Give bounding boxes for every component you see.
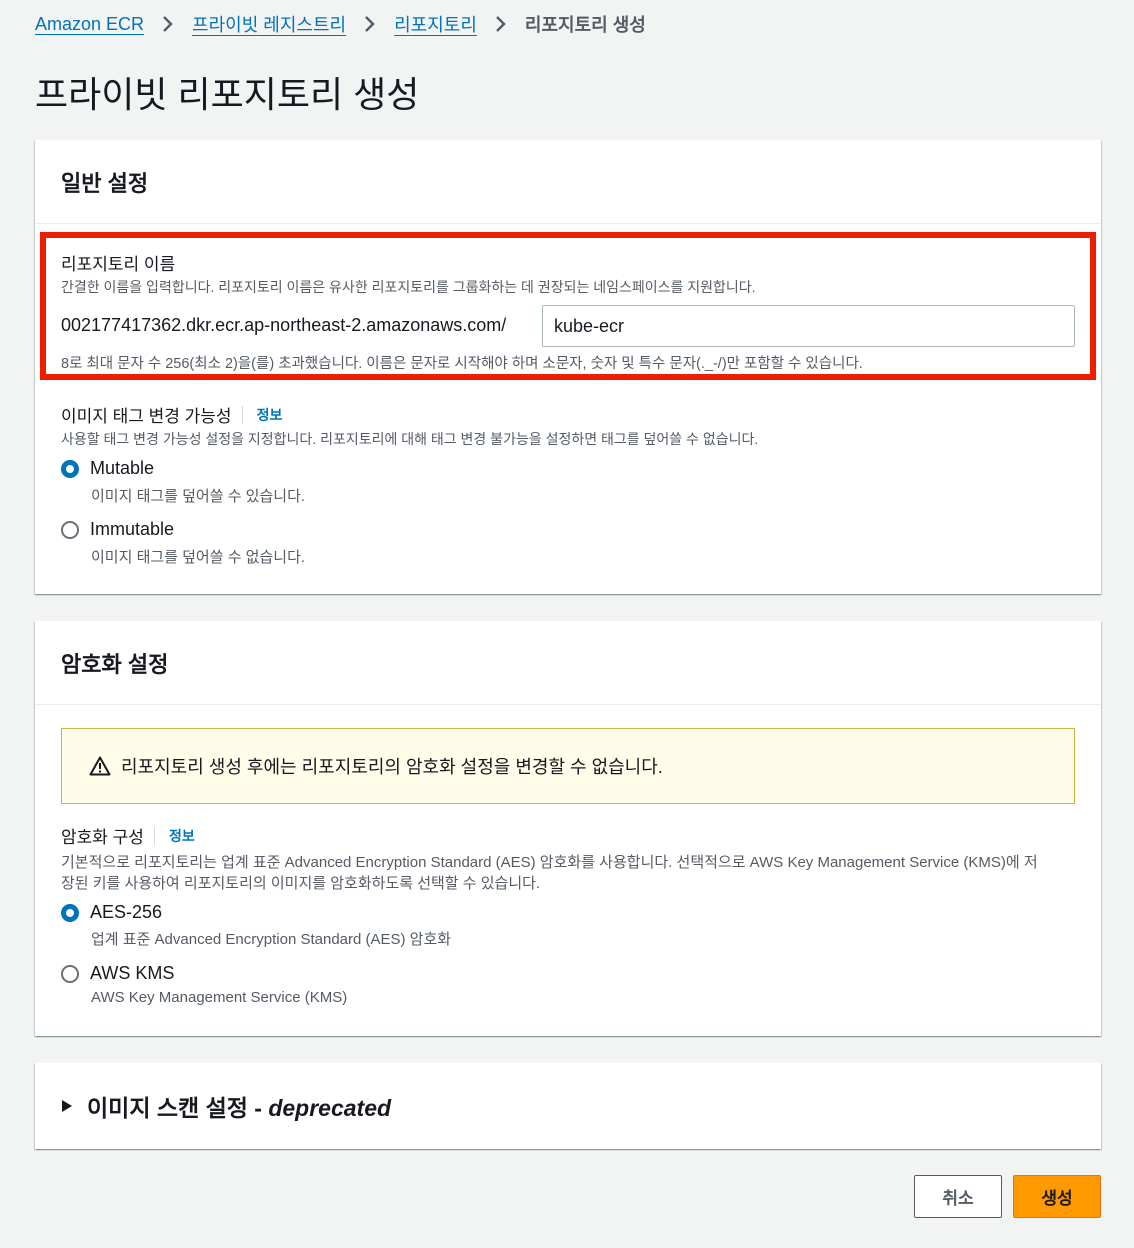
divider <box>153 826 155 845</box>
breadcrumb-private-registry[interactable]: 프라이빗 레지스트리 <box>192 11 346 37</box>
encryption-config-info-link[interactable]: 정보 <box>169 826 195 846</box>
aes256-description: 업계 표준 Advanced Encryption Standard (AES)… <box>91 931 452 948</box>
aes256-label: AES-256 <box>90 902 163 922</box>
repo-name-label: 리포지토리 이름 <box>61 255 176 274</box>
tag-mutability-label-row: 이미지 태그 변경 가능성 정보 <box>61 402 282 427</box>
encryption-warning-alert: 리포지토리 생성 후에는 리포지토리의 암호화 설정을 변경할 수 없습니다. <box>61 728 1075 804</box>
cancel-button[interactable]: 취소 <box>914 1175 1002 1218</box>
breadcrumb: Amazon ECR 프라이빗 레지스트리 리포지토리 리포지토리 생성 <box>35 10 646 38</box>
encryption-settings-panel: 암호화 설정 리포지토리 생성 후에는 리포지토리의 암호화 설정을 변경할 수… <box>35 621 1101 1036</box>
radio-aws-kms[interactable]: AWS KMS <box>61 963 174 984</box>
warning-icon <box>89 756 111 776</box>
create-button[interactable]: 생성 <box>1013 1175 1101 1218</box>
encryption-settings-header: 암호화 설정 <box>35 621 1101 705</box>
radio-unchecked-icon[interactable] <box>61 964 79 983</box>
radio-mutable[interactable]: Mutable <box>61 458 154 479</box>
breadcrumb-amazon-ecr[interactable]: Amazon ECR <box>35 14 144 35</box>
breadcrumb-repositories[interactable]: 리포지토리 <box>394 11 477 37</box>
breadcrumb-current: 리포지토리 생성 <box>524 15 646 35</box>
repo-uri-prefix: 002177417362.dkr.ecr.ap-northeast-2.amaz… <box>61 315 507 335</box>
encryption-config-label-row: 암호화 구성 정보 <box>61 823 195 848</box>
radio-aes256[interactable]: AES-256 <box>61 902 162 923</box>
mutable-description: 이미지 태그를 덮어쓸 수 있습니다. <box>91 488 306 505</box>
chevron-right-icon <box>495 15 507 33</box>
tag-mutability-label: 이미지 태그 변경 가능성 <box>61 407 232 426</box>
repo-name-description: 간결한 이름을 입력합니다. 리포지토리 이름은 유사한 리포지토리를 그룹화하… <box>61 279 756 295</box>
mutable-label: Mutable <box>90 458 155 478</box>
general-settings-header: 일반 설정 <box>35 140 1101 224</box>
tag-mutability-info-link[interactable]: 정보 <box>257 405 283 425</box>
radio-checked-icon[interactable] <box>61 459 79 478</box>
repo-name-input-value: kube-ecr <box>554 315 625 336</box>
radio-unchecked-icon[interactable] <box>61 520 79 539</box>
repo-name-constraint: 8로 최대 문자 수 256(최소 2)을(를) 초과했습니다. 이름은 문자로… <box>61 356 863 372</box>
radio-checked-icon[interactable] <box>61 903 79 922</box>
general-settings-panel: 일반 설정 리포지토리 이름 간결한 이름을 입력합니다. 리포지토리 이름은 … <box>35 140 1101 594</box>
chevron-right-icon <box>364 15 376 33</box>
chevron-right-icon <box>162 15 174 33</box>
page-title: 프라이빗 리포지토리 생성 <box>35 74 420 115</box>
tag-mutability-description: 사용할 태그 변경 가능성 설정을 지정합니다. 리포지토리에 대해 태그 변경… <box>61 431 759 447</box>
image-scan-settings-title: 이미지 스캔 설정 - deprecated <box>87 1095 392 1121</box>
immutable-label: Immutable <box>90 519 175 539</box>
aws-kms-description: AWS Key Management Service (KMS) <box>91 989 348 1006</box>
radio-immutable[interactable]: Immutable <box>61 519 174 540</box>
repo-name-input[interactable]: kube-ecr <box>542 305 1075 347</box>
immutable-description: 이미지 태그를 덮어쓸 수 없습니다. <box>91 549 306 566</box>
caret-right-icon[interactable] <box>61 1099 73 1113</box>
encryption-config-label: 암호화 구성 <box>61 828 144 847</box>
aws-kms-label: AWS KMS <box>90 963 175 983</box>
encryption-warning-text: 리포지토리 생성 후에는 리포지토리의 암호화 설정을 변경할 수 없습니다. <box>121 757 663 777</box>
image-scan-settings-panel[interactable]: 이미지 스캔 설정 - deprecated <box>35 1063 1101 1149</box>
encryption-config-description-line1: 기본적으로 리포지토리는 업계 표준 Advanced Encryption S… <box>61 854 1038 871</box>
divider <box>241 405 243 424</box>
encryption-config-description-line2: 장된 키를 사용하여 리포지토리의 이미지를 암호화하도록 선택할 수 있습니다… <box>61 875 541 892</box>
